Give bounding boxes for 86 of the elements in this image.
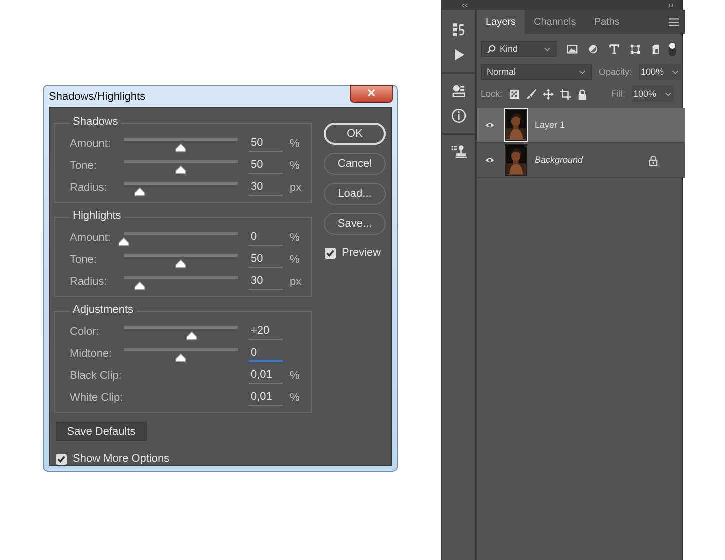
field-label: Black Clip: xyxy=(70,370,123,382)
close-button[interactable]: ✕ xyxy=(350,84,393,102)
opacity-label: Opacity: xyxy=(599,67,632,77)
group-title: Adjustments xyxy=(70,304,137,316)
value-field[interactable]: 30 xyxy=(249,180,283,196)
unit-label: % xyxy=(290,232,300,244)
layer-row[interactable]: Layer 1 xyxy=(477,108,686,143)
toggle-switch[interactable] xyxy=(669,42,676,56)
panel-tab[interactable]: Layers xyxy=(477,10,526,34)
value-field[interactable]: 0 xyxy=(249,230,283,246)
field-label: White Clip: xyxy=(70,392,124,404)
document-icon[interactable] xyxy=(651,44,662,54)
field-label: Tone: xyxy=(70,254,98,266)
eye-icon[interactable] xyxy=(485,122,495,128)
lock-label: Lock: xyxy=(481,89,503,99)
layer-name: Background xyxy=(535,155,584,165)
opacity-field[interactable]: 100% xyxy=(639,64,682,80)
slider-thumb[interactable] xyxy=(175,258,187,268)
checker-icon[interactable] xyxy=(508,88,520,100)
fill-label: Fill: xyxy=(612,89,626,99)
collapse-arrows[interactable]: ‹‹ xyxy=(462,0,468,10)
caret-icon xyxy=(664,92,672,96)
unit-label: % xyxy=(290,254,300,266)
checkbox[interactable] xyxy=(325,248,336,258)
stamp-icon[interactable] xyxy=(450,144,466,160)
slider-thumb[interactable] xyxy=(175,352,187,362)
field-label: Radius: xyxy=(70,276,108,288)
slider-thumb[interactable] xyxy=(186,330,198,340)
eye-icon[interactable] xyxy=(485,156,495,164)
unit-label: % xyxy=(290,392,300,404)
expand-arrows[interactable]: ›› xyxy=(668,0,674,10)
unit-label: px xyxy=(290,182,302,194)
checkbox-label: Preview xyxy=(342,247,382,259)
slider-thumb[interactable] xyxy=(175,142,187,152)
search-icon xyxy=(487,44,496,54)
value-field[interactable]: 30 xyxy=(249,274,283,290)
crop-icon[interactable] xyxy=(560,88,571,100)
slider-thumb[interactable] xyxy=(134,186,146,196)
fill-field[interactable]: 100% xyxy=(632,86,674,102)
caret-icon xyxy=(544,46,551,52)
window-title: Shadows/Highlights xyxy=(49,90,146,102)
layer-row[interactable]: Background xyxy=(477,143,686,178)
checkbox-label: Show More Options xyxy=(73,453,170,465)
field-label: Color: xyxy=(70,326,100,338)
half-circle-icon[interactable] xyxy=(588,44,599,54)
save-defaults-button[interactable]: Save Defaults xyxy=(56,422,147,441)
unit-label: % xyxy=(290,138,300,150)
value-field[interactable]: 50 xyxy=(249,158,283,174)
field-label: Amount: xyxy=(70,232,112,244)
brush-icon[interactable] xyxy=(526,88,537,100)
unit-label: % xyxy=(290,160,300,172)
filter-dropdown[interactable]: Kind xyxy=(481,41,557,57)
image-filter-icon[interactable] xyxy=(567,44,578,54)
value-field[interactable]: +20 xyxy=(249,324,283,340)
dialog-button[interactable]: OK xyxy=(324,123,386,145)
type-icon[interactable] xyxy=(609,44,620,54)
layer-name: Layer 1 xyxy=(535,120,566,130)
move-icon[interactable] xyxy=(542,88,554,100)
dialog-button[interactable]: Load... xyxy=(324,183,386,205)
transform-icon[interactable] xyxy=(630,44,641,54)
slider-thumb[interactable] xyxy=(175,164,187,174)
unit-label: % xyxy=(290,370,300,382)
value-field[interactable]: 0,01 xyxy=(249,390,283,406)
dialog-button[interactable]: Cancel xyxy=(324,153,386,175)
history-icon[interactable] xyxy=(450,22,466,38)
unit-label: px xyxy=(290,276,302,288)
menu-icon[interactable] xyxy=(669,18,680,26)
value-field[interactable]: 0,01 xyxy=(249,368,283,384)
field-label: Amount: xyxy=(70,138,112,150)
lock-icon[interactable] xyxy=(576,88,588,100)
value-field[interactable]: 50 xyxy=(249,252,283,268)
field-label: Radius: xyxy=(70,182,108,194)
dialog-button[interactable]: Save... xyxy=(324,213,386,235)
value-field[interactable]: 50 xyxy=(249,136,283,152)
caret-icon xyxy=(579,70,586,74)
slider-thumb[interactable] xyxy=(134,280,146,290)
checkbox[interactable] xyxy=(56,454,67,464)
field-label: Tone: xyxy=(70,160,98,172)
field-label: Midtone: xyxy=(70,348,114,360)
group-title: Shadows xyxy=(70,116,122,128)
slider-thumb[interactable] xyxy=(118,236,130,246)
value-field[interactable]: 0 xyxy=(249,346,283,362)
info-icon[interactable] xyxy=(450,108,466,124)
group-title: Highlights xyxy=(70,210,124,222)
caret-icon xyxy=(672,70,680,74)
blend-mode-dropdown[interactable]: Normal xyxy=(481,64,592,80)
